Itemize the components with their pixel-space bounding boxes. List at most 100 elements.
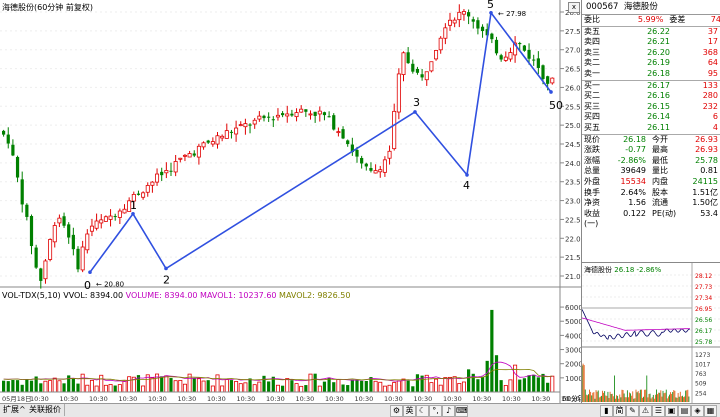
volume-bar — [89, 379, 94, 393]
settings-icon[interactable]: ⚙ — [390, 405, 403, 417]
candle-body — [369, 168, 373, 171]
volume-bar — [317, 385, 322, 393]
volume-bar — [387, 384, 392, 393]
volume-axis: 60000 50000 40000 30000 20000 10000 — [560, 304, 587, 383]
volume-bar — [285, 378, 290, 393]
ask-row[interactable]: 卖二 26.19 64 — [582, 58, 720, 69]
stat-row: 涨跌 -0.77 最高 26.93 — [582, 145, 720, 156]
bid-price: 26.15 — [647, 101, 670, 111]
stat-row: 总量 39649 量比 0.81 — [582, 166, 720, 177]
candle-body — [452, 19, 457, 24]
candle-body — [192, 153, 196, 156]
bid-row[interactable]: 买一 26.17 133 — [582, 81, 720, 92]
time-tick-label: 10:30 — [60, 395, 79, 403]
stat-value: 25.78 — [695, 155, 718, 165]
ask-row[interactable]: 卖一 26.18 95 — [582, 69, 720, 80]
volume-tick-label: 20000 — [565, 361, 581, 369]
chart-icon[interactable]: ▮ — [600, 405, 613, 417]
time-tick-label: 10:30 — [30, 395, 49, 403]
bid-row[interactable]: 买二 26.16 280 — [582, 91, 720, 102]
volume-bar — [43, 380, 48, 393]
ask-volume: 368 — [702, 47, 718, 57]
candle-body — [294, 112, 299, 118]
ask-volume: 95 — [707, 68, 718, 78]
candle-body — [522, 45, 526, 51]
moon-icon[interactable]: ☾ — [416, 405, 429, 417]
stat-value: 2.64% — [620, 187, 646, 197]
bid-price: 26.17 — [647, 80, 670, 90]
punctuation-icon[interactable]: °, — [429, 405, 442, 417]
bid-row[interactable]: 买五 26.11 4 — [582, 123, 720, 134]
folder-icon[interactable]: ▤ — [678, 405, 691, 417]
wave-label: 4 — [463, 179, 470, 192]
ask-label: 卖四 — [584, 37, 600, 47]
stat-row: 现价 26.18 今开 26.93 — [582, 135, 720, 146]
stat-value: -2.86% — [617, 155, 646, 165]
candle-body — [332, 115, 336, 130]
stat-label: 最高 — [652, 145, 668, 155]
candle-body — [29, 215, 34, 247]
warning-icon[interactable]: ⚠ — [639, 405, 652, 417]
ask-price: 26.19 — [647, 58, 670, 68]
close-panel-icon[interactable]: x — [568, 2, 580, 13]
simplified-icon[interactable]: 简 — [613, 405, 626, 417]
intraday-mini-chart[interactable]: 海德股份 26.18 -2.86% 28.12 27.73 27.34 26.95 26… — [581, 262, 720, 404]
candle-body — [411, 63, 415, 72]
volume-bar — [210, 385, 215, 393]
candle-body — [234, 127, 239, 135]
bid-row[interactable]: 买四 26.14 6 — [582, 112, 720, 123]
price-tick-label: 23.00 — [565, 198, 581, 206]
edit-icon[interactable]: ✎ — [626, 405, 639, 417]
volume-bar — [467, 369, 471, 392]
volume-bar — [546, 382, 550, 392]
candle-body — [550, 77, 555, 84]
time-tick-label: 10:30 — [443, 395, 462, 403]
candle-body — [322, 112, 327, 116]
bid-volume: 6 — [712, 112, 718, 122]
candle-body — [48, 239, 53, 260]
keyboard-icon[interactable]: ⌨ — [455, 405, 468, 417]
screen-icon[interactable]: ▣ — [665, 405, 678, 417]
volume-bar — [243, 382, 248, 393]
ask-row[interactable]: 卖四 26.21 17 — [582, 37, 720, 48]
mini-price-tick: 25.78 — [695, 339, 712, 346]
wave-point — [131, 211, 135, 216]
wave-label: 3 — [413, 96, 420, 109]
price-tick-label: 27.50 — [565, 28, 581, 36]
candle-body — [160, 171, 164, 176]
stat-label: 涨跌 — [584, 145, 600, 155]
related-quote-tab[interactable]: 关联报价 — [26, 404, 65, 416]
chart-title: 海德股份(60分钟 前复权) — [2, 3, 93, 12]
grid-icon[interactable]: ▦ — [704, 405, 717, 417]
volume-bar — [257, 381, 262, 393]
volume-bar — [117, 384, 122, 393]
volume-bar — [62, 383, 66, 392]
stat-value: 26.93 — [695, 145, 718, 155]
time-tick-label: 10:30 — [178, 395, 197, 403]
bid-row[interactable]: 买三 26.15 232 — [582, 102, 720, 113]
bid-label: 买四 — [584, 112, 600, 122]
kline-chart[interactable]: 28.0027.5027.0026.5026.0025.5025.0024.50… — [0, 0, 587, 403]
ask-row[interactable]: 卖三 26.20 368 — [582, 48, 720, 59]
candle-body — [80, 246, 85, 271]
candle-body — [271, 119, 275, 121]
weicha-label: 委差 — [669, 15, 686, 24]
price-tick-label: 22.00 — [565, 235, 581, 243]
menu-icon[interactable]: ☰ — [652, 405, 665, 417]
candle-body — [229, 131, 234, 133]
volume-bar — [341, 384, 345, 392]
mini-price-tick: 27.34 — [695, 295, 712, 302]
stat-label: 内盘 — [652, 176, 668, 186]
candle-body — [62, 216, 66, 226]
ask-list: 卖五 26.22 37 卖四 26.21 17 卖三 26.20 368 卖二 26.19 64 卖一 2… — [582, 27, 720, 80]
sound-icon[interactable]: ♪ — [442, 405, 455, 417]
volume-bar — [67, 375, 71, 392]
candle-body — [210, 141, 215, 145]
ask-row[interactable]: 卖五 26.22 37 — [582, 27, 720, 38]
volume-bar — [173, 380, 178, 393]
stat-value: 26.18 — [623, 134, 646, 144]
shirt-icon[interactable]: ◈ — [691, 405, 704, 417]
candle-body — [196, 145, 201, 158]
stock-code: 000567 — [586, 2, 619, 12]
input-lang-icon[interactable]: 英 — [403, 405, 416, 417]
